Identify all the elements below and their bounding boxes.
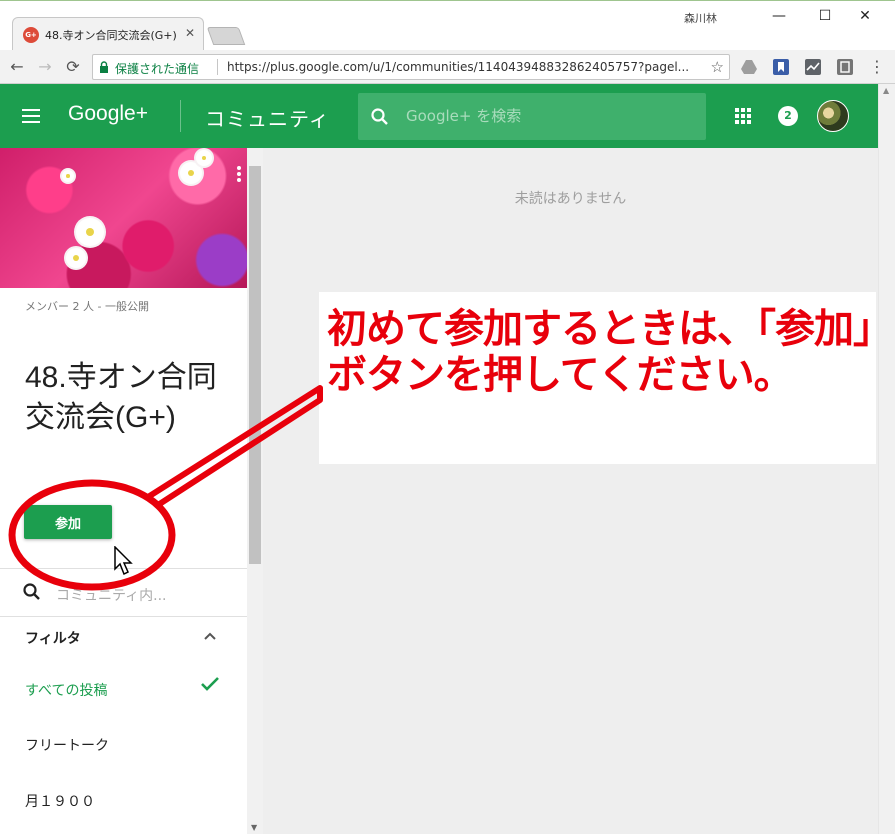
check-icon [201, 677, 219, 691]
section-title: コミュニティ [205, 107, 330, 131]
search-icon [23, 583, 40, 600]
address-bar[interactable]: 保護された通信 https://plus.google.com/u/1/comm… [92, 54, 730, 80]
filter-item-free-talk[interactable]: フリートーク [25, 735, 109, 755]
filter-item-all-posts[interactable]: すべての投稿 [25, 680, 107, 700]
new-tab-button[interactable] [206, 27, 246, 45]
filter-item-monthly[interactable]: 月１９００ [25, 791, 95, 811]
browser-tab[interactable]: G+ 48.寺オン合同交流会(G+) ✕ [12, 17, 204, 51]
maximize-button[interactable]: ☐ [810, 5, 840, 27]
google-plus-search[interactable] [358, 93, 706, 140]
secure-connection-label: 保護された通信 [115, 62, 200, 76]
omnibox-divider [217, 59, 218, 75]
tab-title: 48.寺オン合同交流会(G+) [45, 29, 177, 42]
close-window-button[interactable]: ✕ [850, 5, 880, 27]
annotation-callout: 初めて参加するときは、「参加」ボタンを押してください。 [319, 292, 876, 464]
community-sidebar: メンバー 2 人 - 一般公開 48.寺オン合同交流会(G+) 参加 フィルタ … [0, 148, 247, 834]
notification-badge[interactable]: 2 [778, 106, 798, 126]
google-plus-favicon-icon: G+ [23, 27, 39, 43]
community-name: 48.寺オン合同交流会(G+) [25, 361, 217, 434]
url-text[interactable]: https://plus.google.com/u/1/communities/… [227, 60, 697, 74]
google-plus-header: Google+ コミュニティ 2 [0, 84, 878, 148]
flower-decoration [196, 150, 212, 166]
flower-decoration [180, 162, 202, 184]
scroll-down-icon[interactable]: ▼ [251, 823, 257, 832]
sidebar-scroll-thumb[interactable] [249, 166, 261, 564]
annotation-text: 初めて参加するときは、「参加」ボタンを押してください。 [327, 306, 873, 398]
apps-grid-icon[interactable] [735, 108, 751, 124]
community-search-input[interactable] [56, 588, 226, 604]
empty-stream-message: 未読はありません [514, 191, 627, 207]
bookmark-star-icon[interactable]: ☆ [711, 58, 724, 76]
google-plus-logo[interactable]: Google+ [68, 102, 148, 126]
filter-title[interactable]: フィルタ [25, 628, 81, 648]
main-stream: 未読はありません [263, 148, 878, 834]
chart-extension-icon[interactable] [804, 58, 822, 76]
drive-icon[interactable] [740, 58, 758, 76]
divider [0, 616, 247, 617]
reload-button[interactable]: ⟳ [62, 56, 84, 78]
mouse-cursor-icon [114, 546, 133, 576]
sidebar-scrollbar[interactable]: ▼ [247, 148, 263, 834]
window-titlebar: G+ 48.寺オン合同交流会(G+) ✕ 森川林 — ☐ ✕ [0, 0, 895, 51]
hamburger-menu-icon[interactable] [22, 109, 40, 123]
tab-close-icon[interactable]: ✕ [185, 26, 195, 40]
search-icon [371, 108, 388, 125]
search-input[interactable] [406, 105, 686, 127]
clip-extension-icon[interactable] [836, 58, 854, 76]
bookmark-extension-icon[interactable] [772, 58, 790, 76]
header-divider [180, 100, 181, 132]
browser-toolbar: ← → ⟳ 保護された通信 https://plus.google.com/u/… [0, 50, 895, 84]
more-options-icon[interactable] [237, 166, 241, 184]
window-user-name[interactable]: 森川林 [684, 10, 717, 26]
back-button[interactable]: ← [6, 56, 28, 78]
lock-icon [100, 61, 108, 73]
flower-decoration [76, 218, 104, 246]
join-button[interactable]: 参加 [24, 505, 112, 539]
community-cover-image [0, 148, 247, 288]
chevron-up-icon[interactable] [204, 630, 216, 642]
minimize-button[interactable]: — [764, 5, 794, 27]
browser-menu-icon[interactable]: ⋮ [868, 56, 886, 78]
flower-decoration [62, 170, 74, 182]
member-info: メンバー 2 人 - 一般公開 [25, 300, 149, 313]
page-scrollbar[interactable]: ▲ [878, 84, 895, 834]
scroll-up-icon[interactable]: ▲ [883, 86, 889, 95]
flower-decoration [66, 248, 86, 268]
forward-button[interactable]: → [34, 56, 56, 78]
user-avatar[interactable] [817, 100, 849, 132]
